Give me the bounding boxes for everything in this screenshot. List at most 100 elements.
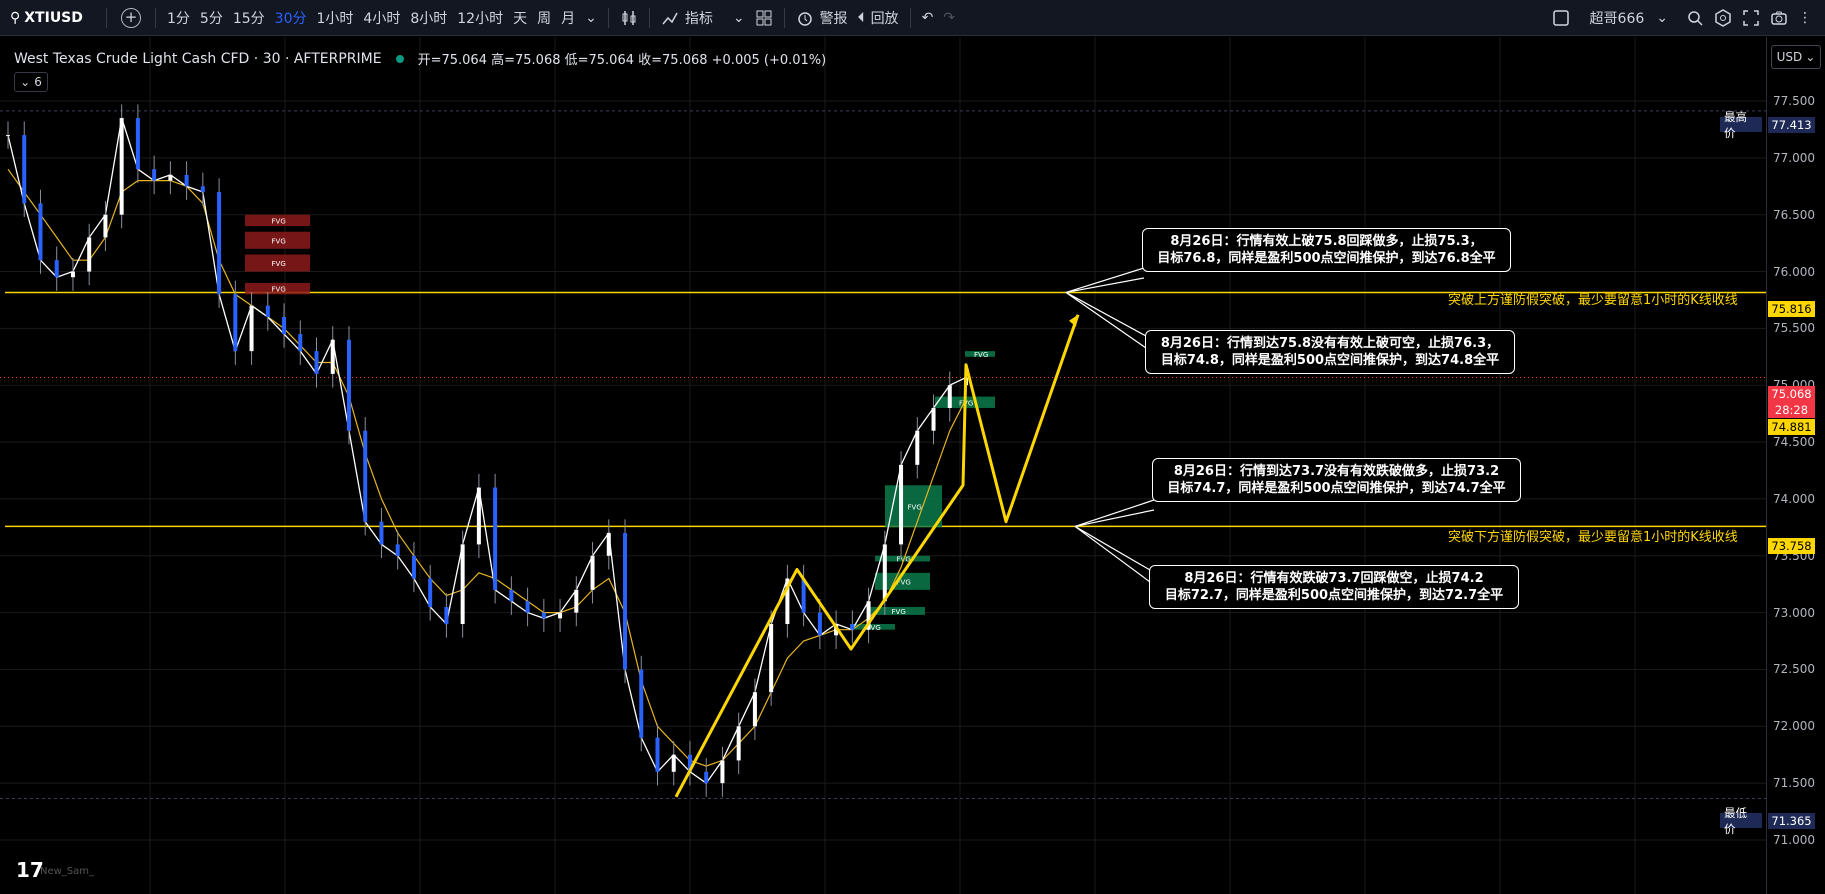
candle-body	[947, 385, 952, 408]
timeframe-1m[interactable]: 1分	[162, 5, 195, 31]
candle-body	[87, 237, 92, 272]
candle-body	[590, 555, 595, 590]
timeframe-month[interactable]: 月	[556, 5, 580, 31]
currency-label: USD	[1776, 50, 1803, 64]
callout-line: 目标72.7，同样是盈利500点空间推保护，到达72.7全平	[1164, 588, 1504, 603]
candle-body	[249, 305, 254, 352]
candle-body	[298, 334, 303, 352]
price-tick-label: 77.000	[1773, 150, 1815, 165]
camera-icon[interactable]	[1765, 5, 1793, 31]
bar-countdown-tag: 28:28	[1768, 402, 1815, 418]
indicator-count: 6	[34, 75, 42, 89]
candle-body	[428, 578, 433, 607]
undo-icon[interactable]: ↶	[917, 5, 939, 31]
layout-grid-icon[interactable]	[750, 5, 778, 31]
timeframe-dropdown-chevron-down-icon[interactable]: ⌄	[580, 5, 602, 31]
upper-line-price-tag: 75.816	[1768, 301, 1815, 317]
legend-ohlc: 开=75.064 高=75.068 低=75.064 收=75.068 +0.0…	[417, 53, 827, 68]
callout-long-at-support: 8月26日：行情到达73.7没有有效跌破做多，止损73.2 目标74.7，同样是…	[1152, 458, 1521, 502]
indicators-label: 指标	[684, 10, 713, 27]
alert-label: 警报	[819, 10, 848, 27]
divider	[106, 7, 107, 28]
candle-body	[135, 118, 140, 170]
indicators-collapse-button[interactable]: ⌄ 6	[14, 72, 48, 92]
search-icon: ⚲	[10, 9, 21, 26]
candle-body	[217, 191, 222, 295]
candle-body	[411, 555, 416, 579]
candle-body	[606, 533, 611, 556]
candle-body	[476, 487, 481, 545]
fvg-label: FVG	[272, 237, 286, 245]
quick-search-icon[interactable]	[1681, 5, 1709, 31]
price-tick-label: 73.000	[1773, 605, 1815, 620]
symbol-search[interactable]: ⚲ XTIUSD	[6, 5, 100, 31]
candle-body	[282, 317, 287, 335]
divider	[607, 7, 609, 28]
callout-line: 8月26日：行情到达75.8没有有效上破可空，止损76.3，	[1160, 336, 1500, 351]
chart-legend: West Texas Crude Light Cash CFD · 30 · A…	[14, 49, 827, 69]
replay-button[interactable]: ⏴ 回放	[853, 5, 904, 31]
alarm-clock-icon	[797, 11, 812, 26]
toolbar-right: 超哥666 ⌄ ⋮	[1547, 0, 1825, 36]
divider	[909, 7, 911, 28]
candle-type-icon[interactable]	[615, 5, 643, 31]
candle-body	[671, 754, 676, 772]
candle-body	[769, 623, 774, 693]
account-label: 超哥666	[1589, 11, 1645, 27]
layout-square-icon[interactable]	[1547, 5, 1575, 31]
account-menu[interactable]: 超哥666 ⌄	[1585, 5, 1673, 31]
timeframe-12h[interactable]: 12小时	[452, 5, 508, 31]
price-axis[interactable]	[1766, 37, 1825, 894]
divider	[648, 7, 650, 28]
fullscreen-icon[interactable]	[1737, 5, 1765, 31]
alert-button[interactable]: 警报	[791, 5, 853, 31]
candle-body	[444, 606, 449, 624]
callout-line: 8月26日：行情到达73.7没有有效跌破做多，止损73.2	[1173, 464, 1500, 479]
chevron-down-icon: ⌄	[1805, 50, 1816, 64]
callout-line: 目标74.8，同样是盈利500点空间推保护，到达74.8全平	[1160, 353, 1500, 368]
currency-selector[interactable]: USD ⌄	[1771, 45, 1821, 69]
price-tick-label: 72.500	[1773, 662, 1815, 677]
candle-body	[363, 430, 368, 522]
candle-body	[38, 203, 43, 261]
candle-body	[152, 169, 157, 181]
candle-body	[379, 521, 384, 545]
timeframe-day[interactable]: 天	[508, 5, 532, 31]
compare-symbol-icon[interactable]: +	[121, 7, 141, 28]
candle-body	[752, 692, 757, 727]
timeframe-1h[interactable]: 1小时	[312, 5, 359, 31]
timeframe-4h[interactable]: 4小时	[358, 5, 405, 31]
legend-title: West Texas Crude Light Cash CFD · 30 · A…	[14, 50, 382, 67]
candle-body	[931, 407, 936, 431]
candle-body	[184, 174, 189, 187]
candle-body	[574, 589, 579, 613]
candle-body	[119, 118, 124, 215]
callout-pointer	[1065, 291, 1147, 349]
candle-body	[704, 771, 709, 784]
indicators-button[interactable]: 指标 ⌄	[656, 5, 750, 31]
timeframe-30m[interactable]: 30分	[270, 5, 312, 31]
timeframe-week[interactable]: 周	[532, 5, 556, 31]
candle-body	[265, 305, 270, 318]
divider	[155, 7, 156, 28]
timeframe-15m[interactable]: 15分	[228, 5, 270, 31]
fvg-label: FVG	[892, 608, 906, 616]
settings-gear-icon[interactable]	[1709, 5, 1737, 31]
market-status-dot-icon	[395, 54, 404, 63]
price-tick-label: 75.500	[1773, 321, 1815, 336]
indicators-icon	[662, 12, 678, 24]
more-menu-icon[interactable]: ⋮	[1793, 5, 1817, 31]
callout-line: 目标76.8，同样是盈利500点空间推保护，到达76.8全平	[1157, 251, 1496, 266]
timeframe-5m[interactable]: 5分	[195, 5, 228, 31]
candle-body	[525, 601, 530, 613]
candle-body	[850, 623, 855, 630]
price-tick-label: 71.000	[1773, 833, 1815, 847]
timeframe-8h[interactable]: 8小时	[405, 5, 452, 31]
callout-long-above: 8月26日：行情有效上破75.8回踩做多，止损75.3， 目标76.8，同样是盈…	[1142, 228, 1511, 272]
redo-icon[interactable]: ↷	[938, 5, 960, 31]
candle-body	[200, 186, 205, 192]
chevron-down-icon: ⌄	[732, 9, 745, 26]
candle-body	[314, 351, 319, 374]
candle-body	[720, 760, 725, 784]
candle-body	[623, 533, 628, 670]
